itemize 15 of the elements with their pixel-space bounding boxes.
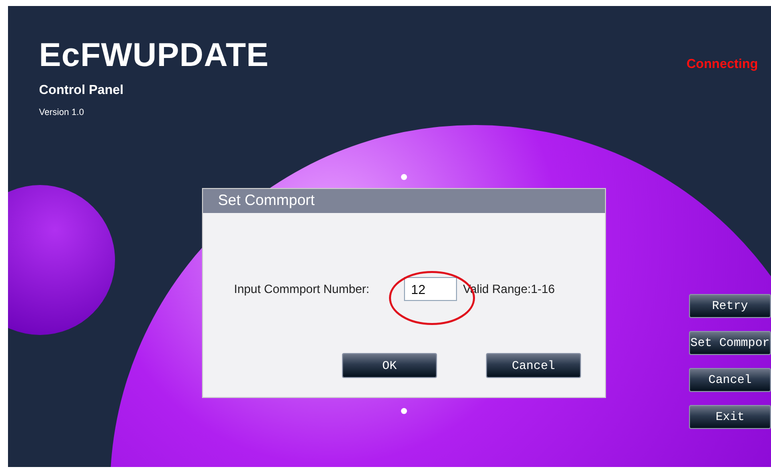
field-label: Input Commport Number: (234, 282, 370, 296)
app-subtitle: Control Panel (39, 82, 125, 97)
side-button[interactable]: Set Commpor (689, 331, 771, 355)
status-text: Connecting (686, 56, 758, 73)
dialog-title: Set Commport (203, 189, 605, 213)
side-button[interactable]: Exit (689, 405, 771, 429)
dialog-button[interactable]: OK (342, 353, 437, 378)
dot-icon (401, 408, 407, 414)
app-title: EcFWUPDATE (39, 36, 269, 74)
input-field[interactable]: 12 (404, 277, 457, 301)
side-button[interactable]: Cancel (689, 368, 771, 392)
version-label: Version 1.0 (39, 107, 86, 117)
side-button[interactable]: Retry (689, 294, 771, 318)
dialog-button[interactable]: Cancel (486, 353, 581, 378)
dot-icon (401, 174, 407, 180)
